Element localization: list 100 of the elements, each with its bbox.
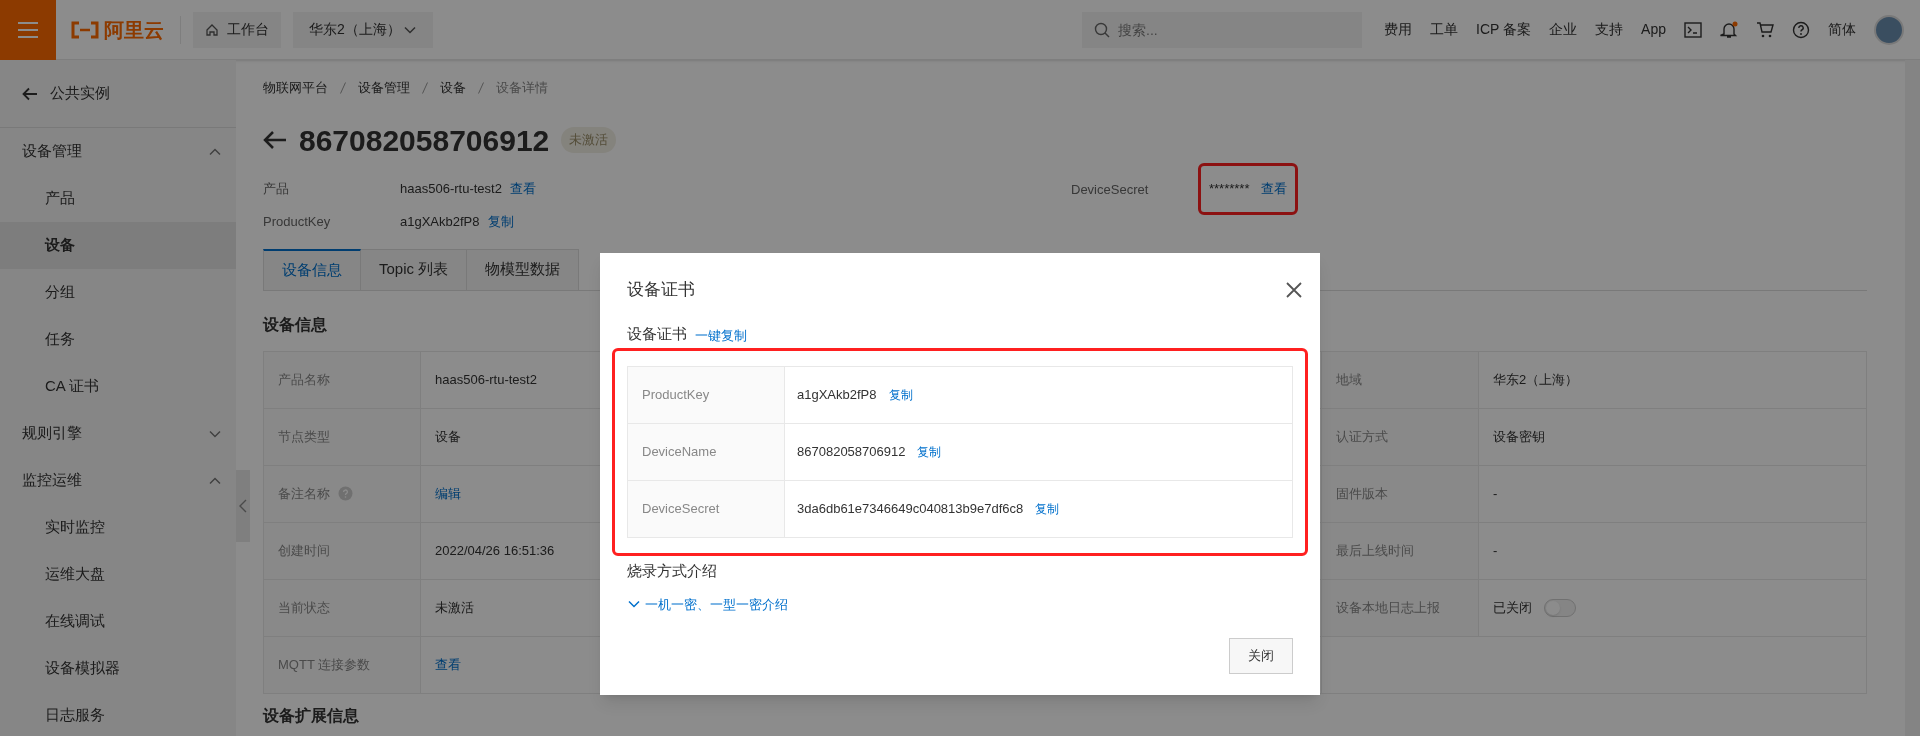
nav-link[interactable]: 支持 [1595, 19, 1624, 40]
separator-icon [478, 81, 484, 94]
table-label: 设备本地日志上报 [1336, 598, 1440, 617]
table-label: MQTT 连接参数 [278, 655, 371, 674]
language-link[interactable]: 简体 [1828, 19, 1856, 40]
nav-link[interactable]: 费用 [1384, 19, 1413, 40]
table-cell-text: haas506-rtu-test2 [435, 370, 537, 389]
avatar[interactable] [1874, 14, 1904, 45]
nav-link[interactable]: 企业 [1549, 19, 1578, 40]
sidebar-item[interactable]: 实时监控 [0, 504, 236, 551]
table-label: 认证方式 [1336, 427, 1388, 446]
close-button[interactable]: 关闭 [1229, 638, 1293, 674]
table-cell-text: 未激活 [435, 598, 474, 617]
field-link[interactable]: 查看 [1261, 178, 1288, 199]
terminal-icon[interactable] [1684, 21, 1702, 38]
field-link[interactable]: 复制 [487, 212, 514, 232]
table-cell-text: 3da6db61e7346649c040813b9e7df6c8 [797, 500, 1024, 519]
bell-icon[interactable] [1720, 20, 1738, 39]
sidebar-item[interactable]: 设备模拟器 [0, 645, 236, 692]
menu-icon [17, 20, 39, 39]
workbench-button[interactable]: 工作台 [193, 11, 281, 48]
nav-link[interactable]: App [1641, 19, 1666, 40]
logo-icon [70, 20, 100, 39]
tab[interactable]: 物模型数据 [467, 248, 580, 290]
table-label: 固件版本 [1336, 484, 1388, 503]
search-icon [1094, 21, 1111, 38]
region-select[interactable]: 华东2（上海） [293, 11, 433, 48]
separator-icon [422, 81, 428, 94]
table-cell-text: - [1493, 541, 1498, 560]
search-field[interactable]: 搜索... [1082, 11, 1363, 48]
breadcrumb-link[interactable]: 设备 [440, 78, 466, 98]
table-label: 当前状态 [278, 598, 330, 617]
copy-all-link[interactable]: 一键复制 [695, 325, 747, 345]
table-cell-text: - [1493, 484, 1498, 503]
table-cell-text: 设备 [435, 427, 461, 446]
field-label: DeviceSecret [1071, 180, 1150, 199]
nav-link[interactable]: 工单 [1430, 19, 1459, 40]
sidebar-item[interactable]: 产品 [0, 175, 236, 222]
section-title: 设备信息 [263, 314, 327, 335]
close-icon[interactable] [1285, 280, 1303, 299]
separator-icon [340, 81, 346, 94]
device-title: 867082058706912 [299, 122, 550, 159]
cart-icon[interactable] [1756, 20, 1774, 39]
back-arrow-icon[interactable] [22, 86, 38, 101]
section-title: 设备扩展信息 [263, 705, 359, 726]
sidebar-item[interactable]: 任务 [0, 316, 236, 363]
table-cell-text: 2022/04/26 16:51:36 [435, 541, 555, 560]
back-arrow-icon[interactable] [263, 130, 287, 150]
secret-value: ******** [1209, 179, 1250, 198]
sidebar-item[interactable]: 运维大盘 [0, 551, 236, 598]
sidebar-item[interactable]: CA 证书 [0, 363, 236, 410]
breadcrumb-link[interactable]: 设备管理 [358, 78, 410, 98]
breadcrumb-link[interactable]: 物联网平台 [263, 78, 328, 98]
logo-text: 阿里云 [104, 17, 164, 43]
sidebar-item[interactable]: 在线调试 [0, 598, 236, 645]
tab[interactable]: 设备信息 [263, 248, 361, 290]
dialog-title: 设备证书 [627, 279, 695, 301]
section-label: 设备证书 [627, 323, 687, 344]
field-label: 产品 [263, 180, 290, 199]
field-value: haas506-rtu-test2 [400, 180, 502, 199]
table-cell-text: 867082058706912 [797, 443, 906, 462]
nav-link[interactable]: ICP 备案 [1476, 19, 1532, 40]
field-link[interactable]: 查看 [509, 179, 536, 199]
tab[interactable]: Topic 列表 [361, 248, 468, 290]
table-cell-text: a1gXAkb2fP8 [797, 386, 877, 405]
help-icon[interactable] [1792, 20, 1810, 39]
sidebar-item[interactable]: 设备 [0, 222, 236, 269]
table-label: 节点类型 [278, 427, 330, 446]
home-icon [205, 22, 219, 37]
field-value: a1gXAkb2fP8 [400, 213, 480, 232]
sidebar-item[interactable]: 分组 [0, 269, 236, 316]
table-label: ProductKey [642, 386, 710, 405]
table-link[interactable]: 编辑 [435, 483, 461, 504]
table-cell-text: 设备密钥 [1493, 427, 1545, 446]
copy-link[interactable]: 复制 [1035, 500, 1060, 518]
back-link[interactable]: 公共实例 [50, 82, 110, 105]
table-label: DeviceSecret [642, 500, 720, 519]
table-label: 产品名称 [278, 370, 330, 389]
sidebar-item[interactable]: 日志服务 [0, 692, 236, 736]
breadcrumb-current: 设备详情 [496, 79, 548, 97]
toggle-switch[interactable] [1544, 598, 1576, 617]
sidebar-group[interactable]: 监控运维 [0, 457, 236, 504]
table-link[interactable]: 查看 [435, 654, 461, 675]
chevron-left-icon [239, 499, 247, 513]
table-cell-text: 已关闭 [1493, 598, 1532, 617]
table-label: DeviceName [642, 443, 717, 462]
copy-link[interactable]: 复制 [917, 443, 942, 461]
table-label: 地域 [1336, 370, 1362, 389]
expand-link[interactable]: 一机一密、一型一密介绍 [627, 594, 788, 614]
sidebar-group[interactable]: 设备管理 [0, 128, 236, 175]
collapse-handle[interactable] [236, 470, 250, 542]
sidebar-group[interactable]: 规则引擎 [0, 410, 236, 457]
status-badge: 未激活 [561, 127, 617, 153]
copy-link[interactable]: 复制 [888, 386, 913, 404]
table-cell-text: 华东2（上海） [1493, 370, 1579, 389]
field-label: ProductKey [263, 213, 332, 232]
table-label: 备注名称 [278, 484, 330, 503]
section-label: 烧录方式介绍 [627, 561, 718, 581]
table-label: 创建时间 [278, 541, 330, 560]
table-label: 最后上线时间 [1336, 541, 1414, 560]
